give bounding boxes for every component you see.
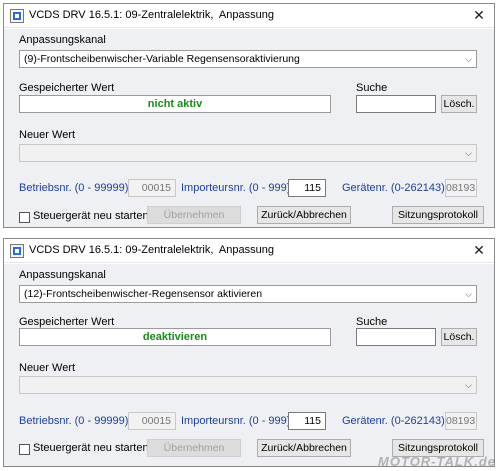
new-value-label: Neuer Wert bbox=[19, 129, 76, 141]
chevron-down-icon: ⌵ bbox=[465, 380, 472, 390]
stored-value-field: deaktivieren bbox=[19, 328, 331, 346]
watermark: MOTOR-TALK.de bbox=[378, 454, 496, 469]
channel-label: Anpassungskanal bbox=[19, 269, 106, 281]
title-bar: VCDS DRV 16.5.1: 09-Zentralelektrik, Anp… bbox=[4, 4, 494, 28]
window-content: Anpassungskanal (9)-Frontscheibenwischer… bbox=[4, 29, 494, 227]
vcds-app-icon bbox=[10, 244, 24, 258]
back-cancel-button[interactable]: Zurück/Abbrechen bbox=[257, 439, 351, 457]
geraetenr-field: 08193 bbox=[445, 412, 477, 430]
search-input[interactable] bbox=[356, 95, 436, 113]
vcds-window-2: VCDS DRV 16.5.1: 09-Zentralelektrik, Anp… bbox=[3, 238, 495, 467]
importeursnr-label: Importeursnr. (0 - 999): bbox=[181, 415, 294, 427]
clear-search-button[interactable]: Lösch. bbox=[441, 95, 477, 113]
vcds-window-1: VCDS DRV 16.5.1: 09-Zentralelektrik, Anp… bbox=[3, 3, 495, 228]
betriebsnr-field: 00015 bbox=[128, 412, 176, 430]
close-icon[interactable]: ✕ bbox=[470, 241, 488, 259]
back-cancel-button[interactable]: Zurück/Abbrechen bbox=[257, 206, 351, 224]
geraetenr-field: 08193 bbox=[445, 179, 477, 197]
geraetenr-label: Gerätenr. (0-262143): bbox=[342, 415, 448, 427]
window-title: VCDS DRV 16.5.1: 09-Zentralelektrik, Anp… bbox=[29, 9, 274, 21]
stored-value-field: nicht aktiv bbox=[19, 95, 331, 113]
new-value-select[interactable]: ⌵ bbox=[19, 376, 477, 394]
session-protocol-button[interactable]: Sitzungsprotokoll bbox=[392, 206, 484, 224]
geraetenr-label: Gerätenr. (0-262143): bbox=[342, 182, 448, 194]
new-value-select[interactable]: ⌵ bbox=[19, 144, 477, 162]
search-label: Suche bbox=[356, 82, 388, 94]
restart-checkbox[interactable] bbox=[19, 212, 30, 223]
search-label: Suche bbox=[356, 316, 388, 328]
chevron-down-icon: ⌵ bbox=[465, 54, 472, 64]
betriebsnr-label: Betriebsnr. (0 - 99999): bbox=[19, 415, 132, 427]
stored-value-label: Gespeicherter Wert bbox=[19, 82, 115, 94]
apply-button[interactable]: Übernehmen bbox=[147, 439, 241, 457]
channel-label: Anpassungskanal bbox=[19, 34, 106, 46]
window-content: Anpassungskanal (12)-Frontscheibenwische… bbox=[4, 264, 494, 466]
channel-select[interactable]: (9)-Frontscheibenwischer-Variable Regens… bbox=[19, 50, 477, 68]
importeursnr-field[interactable]: 115 bbox=[288, 412, 326, 430]
betriebsnr-field: 00015 bbox=[128, 179, 176, 197]
importeursnr-field[interactable]: 115 bbox=[288, 179, 326, 197]
clear-search-button[interactable]: Lösch. bbox=[441, 328, 477, 346]
new-value-label: Neuer Wert bbox=[19, 362, 76, 374]
channel-select[interactable]: (12)-Frontscheibenwischer-Regensensor ak… bbox=[19, 285, 477, 303]
window-title: VCDS DRV 16.5.1: 09-Zentralelektrik, Anp… bbox=[29, 244, 274, 256]
vcds-app-icon bbox=[10, 9, 24, 23]
restart-label: Steuergerät neu starten bbox=[33, 442, 149, 454]
close-icon[interactable]: ✕ bbox=[470, 6, 488, 24]
search-input[interactable] bbox=[356, 328, 436, 346]
title-bar: VCDS DRV 16.5.1: 09-Zentralelektrik, Anp… bbox=[4, 239, 494, 263]
stored-value-label: Gespeicherter Wert bbox=[19, 316, 115, 328]
importeursnr-label: Importeursnr. (0 - 999): bbox=[181, 182, 294, 194]
chevron-down-icon: ⌵ bbox=[465, 148, 472, 158]
apply-button[interactable]: Übernehmen bbox=[147, 206, 241, 224]
channel-select-value: (12)-Frontscheibenwischer-Regensensor ak… bbox=[24, 288, 263, 300]
chevron-down-icon: ⌵ bbox=[465, 289, 472, 299]
channel-select-value: (9)-Frontscheibenwischer-Variable Regens… bbox=[24, 53, 300, 65]
betriebsnr-label: Betriebsnr. (0 - 99999): bbox=[19, 182, 132, 194]
restart-checkbox[interactable] bbox=[19, 444, 30, 455]
restart-label: Steuergerät neu starten bbox=[33, 210, 149, 222]
